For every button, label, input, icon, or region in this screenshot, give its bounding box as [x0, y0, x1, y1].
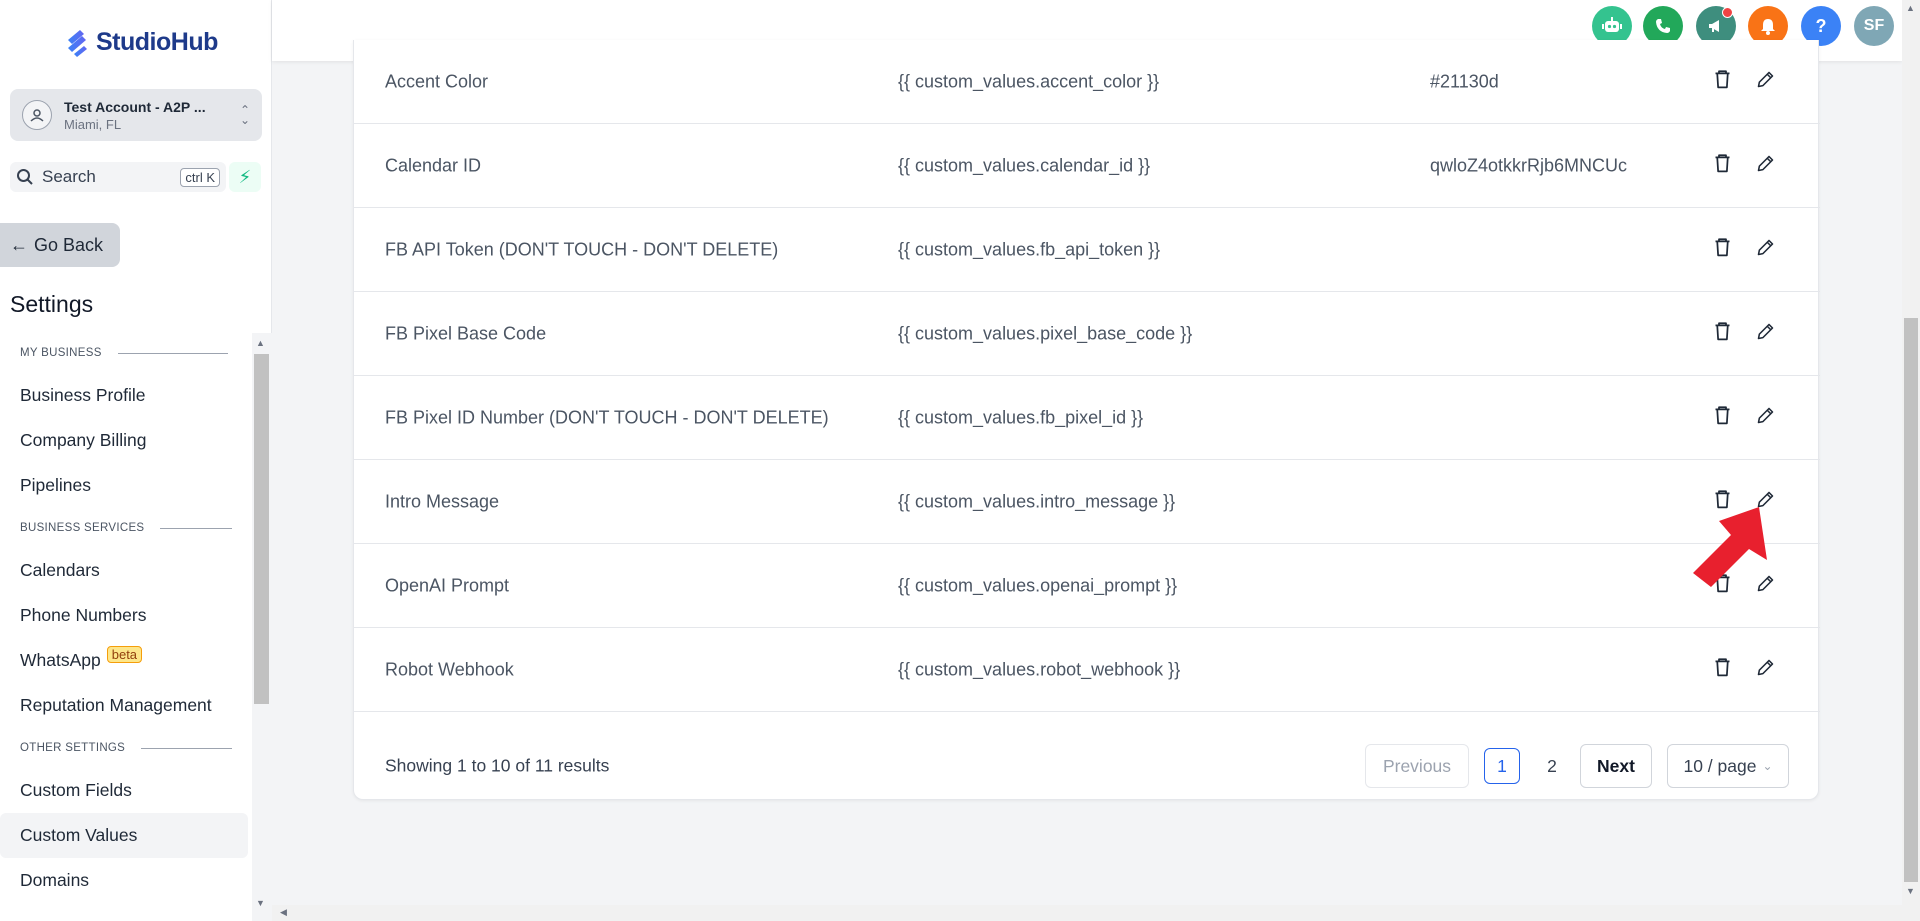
- search-shortcut: ctrl K: [180, 167, 220, 187]
- settings-title: Settings: [10, 291, 94, 317]
- table-row: Accent Color {{ custom_values.accent_colo…: [354, 40, 1820, 124]
- scroll-up-arrow-icon[interactable]: ▲: [256, 338, 265, 348]
- trash-icon[interactable]: [1712, 237, 1733, 263]
- pencil-edit-icon[interactable]: [1755, 237, 1776, 263]
- page-size-select[interactable]: 10 / page ⌄: [1667, 744, 1789, 788]
- custom-value-key: {{ custom_values.calendar_id }}: [898, 155, 1151, 175]
- pagination-footer: Showing 1 to 10 of 11 results Previous 1…: [354, 732, 1820, 800]
- search-icon: [17, 169, 33, 185]
- nav-item-reputation-management[interactable]: Reputation Management: [0, 683, 252, 728]
- custom-value-key: {{ custom_values.accent_color }}: [898, 71, 1160, 91]
- previous-page-button[interactable]: Previous: [1365, 744, 1469, 788]
- pencil-edit-icon[interactable]: [1755, 405, 1776, 431]
- custom-value-key: {{ custom_values.fb_api_token }}: [898, 239, 1161, 259]
- section-my-business: MY BUSINESS: [0, 333, 252, 373]
- nav-item-custom-values[interactable]: Custom Values: [0, 813, 248, 858]
- nav-item-company-billing[interactable]: Company Billing: [0, 418, 252, 463]
- custom-value-name: Intro Message: [385, 491, 500, 511]
- table-row: FB API Token (DON'T TOUCH - DON'T DELETE…: [354, 208, 1820, 292]
- next-page-button[interactable]: Next: [1580, 744, 1652, 788]
- nav-item-business-profile[interactable]: Business Profile: [0, 373, 252, 418]
- custom-value-name: FB Pixel Base Code: [385, 323, 547, 343]
- page-size-value: 10 / page: [1683, 755, 1757, 776]
- go-back-button[interactable]: ← Go Back: [0, 223, 120, 267]
- red-arrow-annotation-icon: [1693, 507, 1767, 587]
- brand-name: StudioHub: [96, 27, 218, 56]
- table-row: Intro Message {{ custom_values.intro_mess…: [354, 460, 1820, 544]
- nav-item-whatsapp[interactable]: WhatsApp beta: [0, 638, 252, 683]
- custom-value-value: qwloZ4otkkrRjb6MNCUc: [1430, 155, 1628, 175]
- pencil-edit-icon[interactable]: [1755, 321, 1776, 347]
- table-row: Robot Webhook {{ custom_values.robot_webh…: [354, 628, 1820, 712]
- account-location: Miami, FL: [64, 116, 122, 132]
- trash-icon[interactable]: [1712, 321, 1733, 347]
- section-business-services: BUSINESS SERVICES: [0, 508, 252, 548]
- quick-action-bolt-icon[interactable]: ⚡: [229, 162, 261, 192]
- table-row: FB Pixel ID Number (DON'T TOUCH - DON'T …: [354, 376, 1820, 460]
- trash-icon[interactable]: [1712, 657, 1733, 683]
- user-avatar[interactable]: SF: [1854, 6, 1894, 46]
- trash-icon[interactable]: [1712, 69, 1733, 95]
- nav-item-phone-numbers[interactable]: Phone Numbers: [0, 593, 252, 638]
- custom-value-key: {{ custom_values.intro_message }}: [898, 491, 1176, 511]
- brand-logo[interactable]: StudioHub: [64, 26, 218, 58]
- trash-icon[interactable]: [1712, 405, 1733, 431]
- custom-value-name: FB API Token (DON'T TOUCH - DON'T DELETE…: [385, 239, 779, 259]
- search-label: Search: [42, 167, 96, 186]
- pencil-edit-icon[interactable]: [1755, 657, 1776, 683]
- table-row: Calendar ID {{ custom_values.calendar_id …: [354, 124, 1820, 208]
- pencil-edit-icon[interactable]: [1755, 69, 1776, 95]
- custom-value-name: FB Pixel ID Number (DON'T TOUCH - DON'T …: [385, 407, 829, 427]
- table-row: FB Pixel Base Code {{ custom_values.pixel…: [354, 292, 1820, 376]
- custom-value-key: {{ custom_values.pixel_base_code }}: [898, 323, 1193, 343]
- scroll-down-arrow-icon[interactable]: ▼: [256, 898, 265, 908]
- nav-item-pipelines[interactable]: Pipelines: [0, 463, 252, 508]
- section-other-settings: OTHER SETTINGS: [0, 728, 252, 768]
- scroll-left-icon[interactable]: ◀: [280, 907, 287, 918]
- sidebar-scrollbar-thumb[interactable]: [254, 354, 269, 704]
- main-scroll-down-icon[interactable]: ▼: [1906, 886, 1915, 896]
- chevron-down-icon: ⌄: [1762, 759, 1773, 773]
- pencil-edit-icon[interactable]: [1755, 153, 1776, 179]
- custom-values-table: Accent Color {{ custom_values.accent_colo…: [353, 40, 1820, 800]
- nav-item-calendars[interactable]: Calendars: [0, 548, 252, 593]
- custom-value-key: {{ custom_values.fb_pixel_id }}: [898, 407, 1144, 427]
- main-scroll-up-icon[interactable]: ▲: [1906, 3, 1915, 13]
- main-horizontal-scrollbar[interactable]: [272, 905, 1920, 921]
- settings-menu: MY BUSINESS Business Profile Company Bil…: [0, 333, 252, 921]
- custom-value-key: {{ custom_values.robot_webhook }}: [898, 659, 1181, 679]
- arrow-left-icon: ←: [10, 234, 28, 255]
- beta-badge: beta: [106, 646, 143, 663]
- custom-value-name: Accent Color: [385, 71, 489, 91]
- page-1-button[interactable]: 1: [1484, 748, 1520, 784]
- page-2-button[interactable]: 2: [1534, 748, 1570, 784]
- table-row: OpenAI Prompt {{ custom_values.openai_pro…: [354, 544, 1820, 628]
- custom-value-value: #21130d: [1430, 71, 1499, 91]
- sidebar: StudioHub Test Account - A2P ... Miami, …: [0, 0, 272, 921]
- logo-icon: [68, 30, 87, 57]
- notification-dot: [1722, 7, 1733, 18]
- main-scrollbar-thumb[interactable]: [1904, 318, 1918, 882]
- results-summary: Showing 1 to 10 of 11 results: [385, 755, 610, 776]
- account-switcher[interactable]: Test Account - A2P ... Miami, FL ⌃ ⌄: [10, 89, 262, 141]
- custom-value-name: Robot Webhook: [385, 659, 514, 679]
- nav-item-domains[interactable]: Domains: [0, 858, 252, 903]
- custom-value-name: OpenAI Prompt: [385, 575, 510, 595]
- custom-value-key: {{ custom_values.openai_prompt }}: [898, 575, 1178, 595]
- nav-item-custom-fields[interactable]: Custom Fields: [0, 768, 252, 813]
- trash-icon[interactable]: [1712, 153, 1733, 179]
- search-input[interactable]: Search ctrl K: [10, 162, 226, 192]
- location-icon: [22, 100, 52, 130]
- go-back-label: Go Back: [34, 234, 104, 255]
- custom-value-name: Calendar ID: [385, 155, 482, 175]
- account-name: Test Account - A2P ...: [64, 98, 206, 115]
- chevron-up-down-icon: ⌃ ⌄: [239, 103, 250, 127]
